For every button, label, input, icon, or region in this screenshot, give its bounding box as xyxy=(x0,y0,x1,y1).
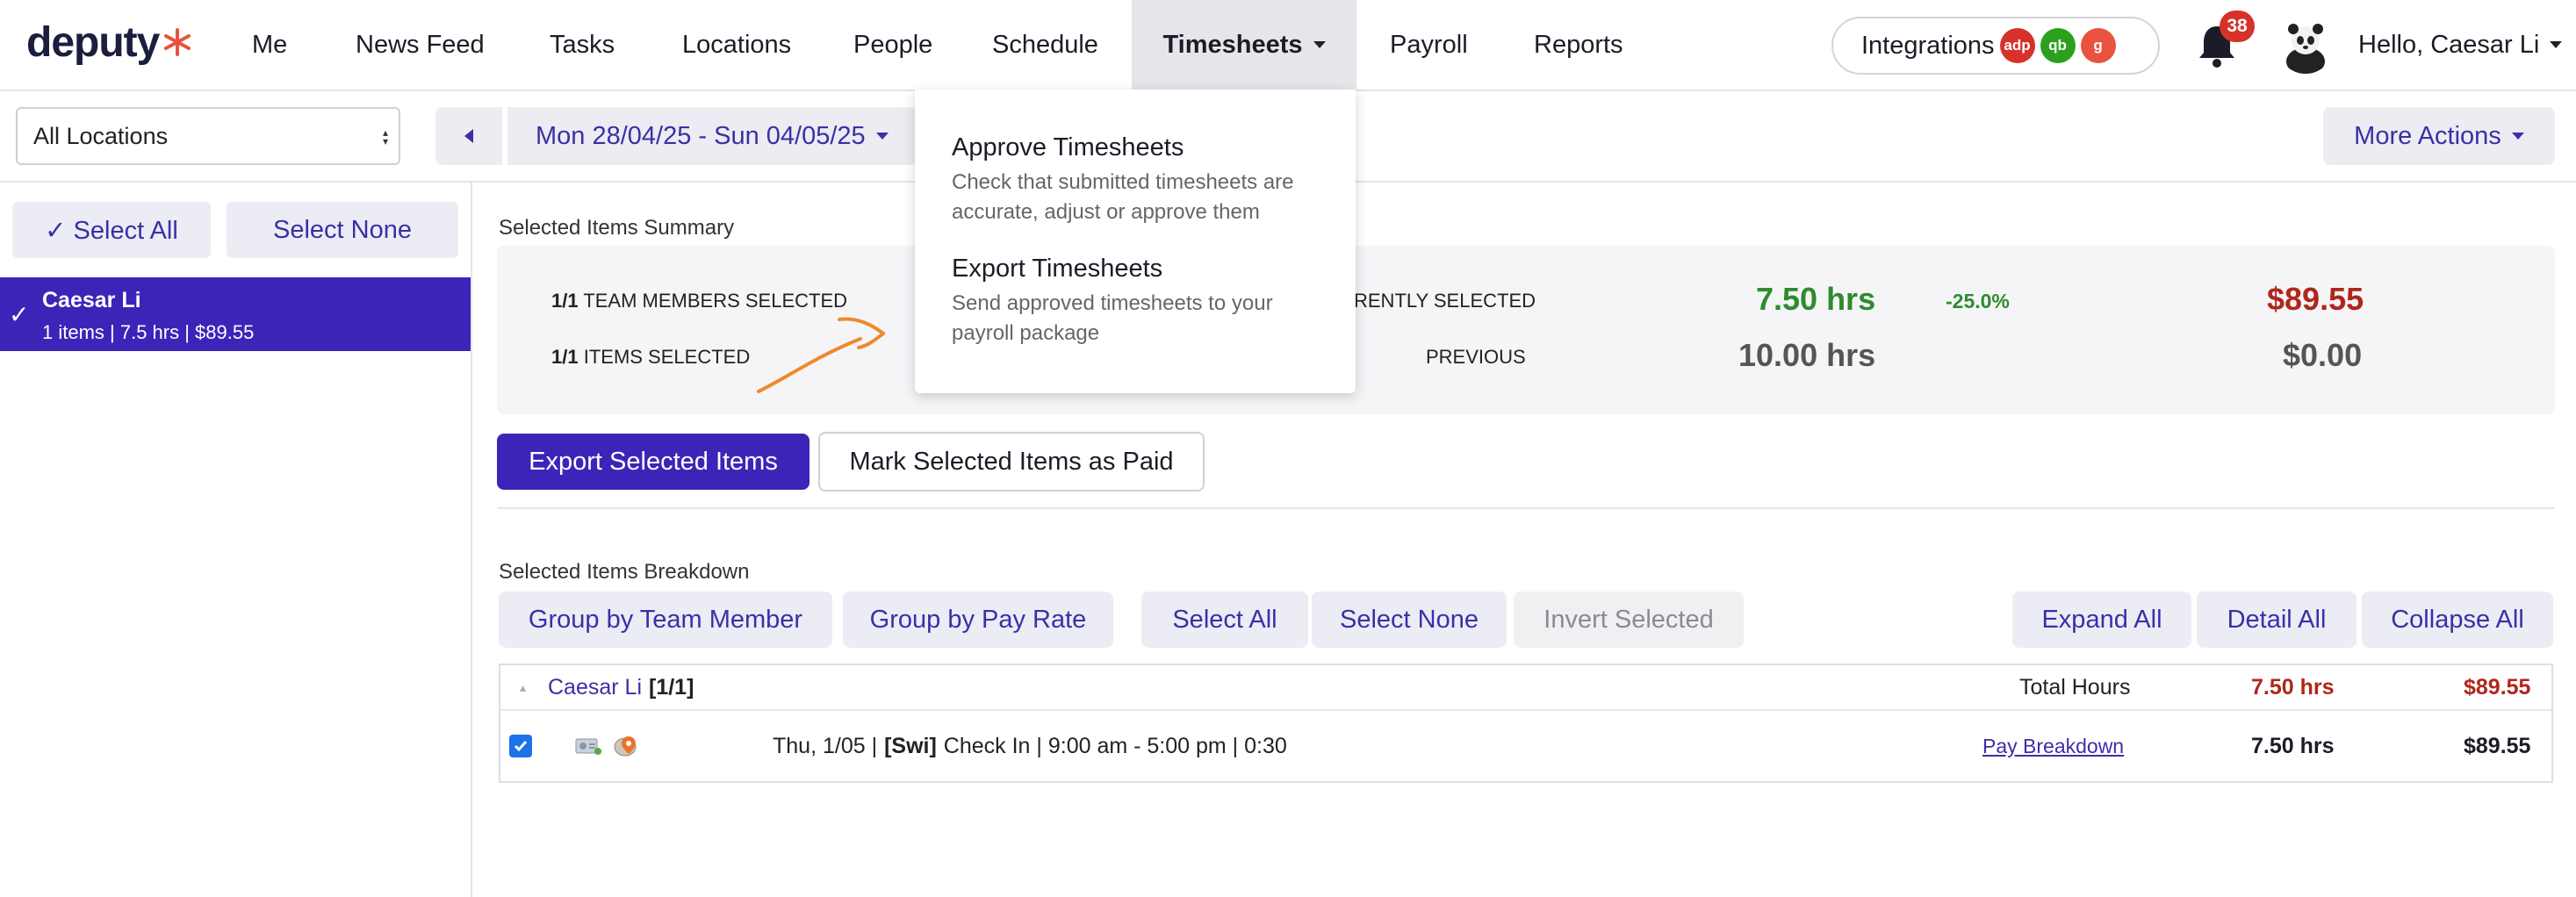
employee-sidebar: ✓ Select All Select None ✓ Caesar Li 1 i… xyxy=(0,183,472,897)
entry-date: Thu, 1/05 | xyxy=(773,733,878,758)
export-timesheets-description: Send approved timesheets to your payroll… xyxy=(952,291,1273,345)
sidebar-select-none-button[interactable]: Select None xyxy=(227,202,458,258)
panda-avatar-icon xyxy=(2277,18,2334,74)
group-by-pay-rate-button[interactable]: Group by Pay Rate xyxy=(843,592,1113,648)
adp-icon: adp xyxy=(1999,28,2035,63)
date-range-label: Mon 28/04/25 - Sun 04/05/25 xyxy=(536,121,866,150)
expand-all-button[interactable]: Expand All xyxy=(2012,592,2191,648)
approve-timesheets-description: Check that submitted timesheets are accu… xyxy=(952,170,1294,224)
entry-cost: $89.55 xyxy=(2464,733,2531,758)
invert-selected-button[interactable]: Invert Selected xyxy=(1514,592,1744,648)
deputy-logo[interactable]: deputy xyxy=(26,16,192,68)
currently-selected-label: RENTLY SELECTED xyxy=(1354,290,1536,312)
entry-area: [Swi] xyxy=(884,733,937,758)
checkbox-checked-icon xyxy=(509,735,532,757)
user-menu[interactable]: Hello, Caesar Li xyxy=(2358,0,2563,90)
chevron-down-icon xyxy=(2511,133,2524,140)
user-greeting: Hello, Caesar Li xyxy=(2358,30,2540,59)
notification-count-badge: 38 xyxy=(2220,11,2255,42)
hours-change-percent: -25.0% xyxy=(1946,290,2010,312)
breakdown-select-all-button[interactable]: Select All xyxy=(1141,592,1308,648)
sidebar-item-caesar-li[interactable]: ✓ Caesar Li 1 items | 7.5 hrs | $89.55 xyxy=(0,277,471,351)
approve-timesheets-title: Approve Timesheets xyxy=(952,133,1184,161)
group-header-row: ▴ Caesar Li [1/1] Total Hours 7.50 hrs $… xyxy=(500,665,2551,711)
nav-news-feed[interactable]: News Feed xyxy=(356,0,485,90)
divider xyxy=(497,507,2555,509)
mark-paid-button[interactable]: Mark Selected Items as Paid xyxy=(818,432,1205,492)
checkmark-icon: ✓ xyxy=(9,301,30,328)
integrations-label: Integrations xyxy=(1861,31,1995,60)
breakdown-table: ▴ Caesar Li [1/1] Total Hours 7.50 hrs $… xyxy=(499,664,2553,783)
avatar[interactable] xyxy=(2277,18,2334,74)
detail-all-button[interactable]: Detail All xyxy=(2197,592,2357,648)
menu-item-export-timesheets[interactable]: Export Timesheets Send approved timeshee… xyxy=(952,255,1338,348)
current-cost: $89.55 xyxy=(2267,281,2364,317)
items-selected: 1/1 ITEMS SELECTED xyxy=(551,346,750,369)
integrations-button[interactable]: Integrations adp qb g xyxy=(1831,17,2160,75)
export-timesheets-title: Export Timesheets xyxy=(952,255,1163,283)
group-hours: 7.50 hrs xyxy=(2251,674,2335,700)
previous-hours: 10.00 hrs xyxy=(1738,337,1876,373)
collapse-triangle-icon[interactable]: ▴ xyxy=(520,665,526,709)
nav-payroll[interactable]: Payroll xyxy=(1390,0,1468,90)
total-hours-label: Total Hours xyxy=(2019,674,2131,700)
nav-reports[interactable]: Reports xyxy=(1534,0,1623,90)
chevron-down-icon xyxy=(2550,41,2563,48)
annotation-arrow-icon xyxy=(757,317,885,393)
group-cost: $89.55 xyxy=(2464,674,2531,700)
group-name-link[interactable]: Caesar Li xyxy=(548,675,642,700)
location-select-value: All Locations xyxy=(33,122,169,149)
entry-hours: 7.50 hrs xyxy=(2251,733,2335,758)
breakdown-select-none-button[interactable]: Select None xyxy=(1312,592,1507,648)
date-range-picker[interactable]: Mon 28/04/25 - Sun 04/05/25 xyxy=(507,107,917,165)
export-selected-items-button[interactable]: Export Selected Items xyxy=(497,434,809,490)
team-members-count: 1/1 xyxy=(551,290,579,312)
pay-breakdown-link[interactable]: Pay Breakdown xyxy=(1982,711,2124,781)
group-count: [1/1] xyxy=(649,674,694,700)
more-actions-button[interactable]: More Actions xyxy=(2323,107,2555,165)
items-count: 1/1 xyxy=(551,346,579,368)
collapse-all-button[interactable]: Collapse All xyxy=(2362,592,2553,648)
items-label: ITEMS SELECTED xyxy=(583,346,751,368)
entry-shift-detail: Check In | 9:00 am - 5:00 pm | 0:30 xyxy=(943,733,1287,758)
breakdown-title: Selected Items Breakdown xyxy=(499,560,750,584)
group-title: Caesar Li [1/1] xyxy=(548,665,694,709)
row-checkbox[interactable] xyxy=(509,711,532,781)
location-pin-icon[interactable] xyxy=(611,711,641,781)
previous-cost: $0.00 xyxy=(2283,337,2363,373)
timesheets-dropdown-menu: Approve Timesheets Check that submitted … xyxy=(915,90,1356,393)
chevron-left-icon xyxy=(464,129,473,143)
previous-label: PREVIOUS xyxy=(1426,346,1526,368)
timesheet-entry-detail: Thu, 1/05 | [Swi] Check In | 9:00 am - 5… xyxy=(773,711,1287,781)
more-actions-label: More Actions xyxy=(2354,121,2501,150)
chevron-down-icon xyxy=(1313,41,1326,48)
nav-locations[interactable]: Locations xyxy=(682,0,791,90)
select-arrows-icon: ▴ ▾ xyxy=(382,126,388,147)
nav-me[interactable]: Me xyxy=(252,0,287,90)
photo-id-icon[interactable] xyxy=(574,711,602,781)
logo-text: deputy xyxy=(26,18,160,66)
nav-timesheets[interactable]: Timesheets xyxy=(1132,0,1356,90)
nav-tasks[interactable]: Tasks xyxy=(550,0,615,90)
chevron-down-icon xyxy=(875,133,889,140)
location-select[interactable]: All Locations ▴ ▾ xyxy=(16,107,400,165)
gusto-icon: g xyxy=(2080,28,2116,63)
top-navigation: deputy Me News Feed Tasks Locations Peop… xyxy=(0,0,2576,91)
menu-item-approve-timesheets[interactable]: Approve Timesheets Check that submitted … xyxy=(952,133,1338,227)
quickbooks-icon: qb xyxy=(2040,28,2076,63)
previous-period-button[interactable] xyxy=(435,107,502,165)
logo-star-icon xyxy=(164,28,191,56)
sidebar-select-all-button[interactable]: ✓ Select All xyxy=(12,202,211,258)
group-by-team-member-button[interactable]: Group by Team Member xyxy=(499,592,832,648)
table-row[interactable]: Thu, 1/05 | [Swi] Check In | 9:00 am - 5… xyxy=(500,711,2551,781)
sidebar-item-name: Caesar Li xyxy=(42,288,141,312)
current-hours: 7.50 hrs xyxy=(1756,281,1876,317)
nav-people[interactable]: People xyxy=(853,0,932,90)
nav-timesheets-label: Timesheets xyxy=(1162,30,1303,59)
sidebar-item-meta: 1 items | 7.5 hrs | $89.55 xyxy=(42,321,255,343)
nav-schedule[interactable]: Schedule xyxy=(992,0,1098,90)
summary-title: Selected Items Summary xyxy=(499,216,735,240)
